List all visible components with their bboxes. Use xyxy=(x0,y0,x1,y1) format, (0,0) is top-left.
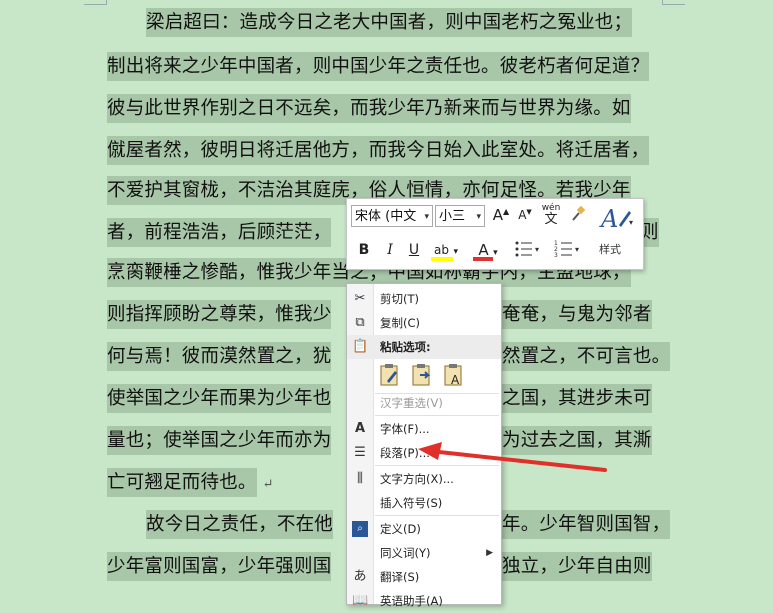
menu-item-define[interactable]: ⌕ 定义(D) xyxy=(347,517,501,541)
translate-icon: あ xyxy=(353,569,367,584)
paragraph-mark: ↵ xyxy=(262,477,274,492)
menu-separator xyxy=(375,515,499,516)
font-size-select[interactable]: 小三 ▾ xyxy=(435,205,485,227)
bullet-list-icon: ▾ xyxy=(515,241,539,257)
text-line[interactable]: 何与焉！彼而漠然置之，犹 xyxy=(107,337,332,377)
paste-keep-formatting-icon[interactable] xyxy=(379,363,401,387)
menu-item-english-assistant[interactable]: 📖 英语助手(A) xyxy=(347,589,501,613)
page-corner-mark-left xyxy=(84,0,107,5)
styles-button[interactable]: A ▾ xyxy=(599,203,635,237)
chevron-right-icon: ▶ xyxy=(486,548,493,558)
styles-icon: A ▾ xyxy=(599,205,633,233)
copy-icon: ⧉ xyxy=(355,315,365,330)
svg-text:▾: ▾ xyxy=(629,218,633,227)
svg-text:A: A xyxy=(451,373,460,387)
menu-item-cut[interactable]: ✂ 剪切(T) xyxy=(347,287,501,311)
dictionary-icon: 📖 xyxy=(352,593,369,608)
brush-icon xyxy=(572,205,586,221)
menu-item-synonyms[interactable]: 同义词(Y) ▶ xyxy=(347,541,501,565)
menu-item-font[interactable]: A 字体(F)... xyxy=(347,417,501,441)
numbered-list-icon: 1 2 3 ▾ xyxy=(554,240,579,259)
mini-toolbar: 宋体 (中文 ▾ 小三 ▾ A▲ A▼ wén 文 A ▾ 样式 B I U a… xyxy=(346,198,644,270)
text-line[interactable]: 梁启超曰：造成今日之老大中国者，则中国老朽之冤业也； xyxy=(146,3,633,43)
paste-text-only-icon[interactable]: A xyxy=(443,363,465,387)
font-name-select[interactable]: 宋体 (中文 ▾ xyxy=(351,205,433,227)
text-line[interactable]: 亡可翘足而待也。 ↵ xyxy=(107,463,274,503)
underline-button[interactable]: U xyxy=(405,239,423,261)
text-fragment[interactable]: 独立，少年自由则 xyxy=(502,547,652,587)
text-line[interactable]: 故今日之责任，不在他 xyxy=(146,505,334,545)
text-fragment[interactable]: 之国，其进步未可 xyxy=(502,379,652,419)
text-line[interactable]: 少年富则国富，少年强则国 xyxy=(107,547,332,587)
chevron-down-icon: ▾ xyxy=(493,248,498,258)
paste-merge-formatting-icon[interactable] xyxy=(411,363,433,387)
text-line[interactable]: 制出将来之少年中国者，则中国少年之责任也。彼老朽者何足道？ xyxy=(107,47,650,87)
bold-button[interactable]: B xyxy=(355,239,373,261)
text-fragment[interactable]: 然置之，不可言也。 xyxy=(502,337,671,377)
search-icon: ⌕ xyxy=(352,521,368,537)
highlight-button[interactable]: ab ▾ xyxy=(429,239,463,261)
format-painter-button[interactable] xyxy=(567,205,589,227)
svg-text:A: A xyxy=(599,205,618,233)
paste-options-row: A xyxy=(377,360,487,390)
annotation-arrow xyxy=(418,442,607,472)
menu-item-copy[interactable]: ⧉ 复制(C) xyxy=(347,311,501,335)
shrink-font-button[interactable]: A▼ xyxy=(515,208,535,222)
phonetic-char: 文 xyxy=(544,212,558,227)
menu-item-insert-symbol[interactable]: 插入符号(S) xyxy=(347,491,501,515)
font-color-bar xyxy=(473,257,493,261)
bullets-button[interactable]: ▾ xyxy=(511,239,545,261)
phonetic-guide-button[interactable]: wén 文 xyxy=(539,203,563,227)
text-line[interactable]: 使举国之少年而果为少年也 xyxy=(107,379,332,419)
page-corner-mark-right xyxy=(662,0,685,5)
svg-text:▾: ▾ xyxy=(535,245,539,254)
chevron-down-icon: ▾ xyxy=(453,247,458,257)
text-line[interactable]: 量也；使举国之少年而亦为 xyxy=(107,421,332,461)
italic-button[interactable]: I xyxy=(381,239,399,261)
numbering-button[interactable]: 1 2 3 ▾ xyxy=(551,239,585,261)
menu-header-paste-options: 📋 粘贴选项: xyxy=(347,335,501,359)
font-icon: A xyxy=(354,421,366,436)
grow-font-button[interactable]: A▲ xyxy=(491,206,511,224)
text-line[interactable]: 者，前程浩浩，后顾茫茫， xyxy=(107,213,332,253)
text-fragment[interactable]: 奄奄，与鬼为邻者 xyxy=(502,295,652,335)
paragraph-icon: ☰ xyxy=(354,445,366,460)
text-line[interactable]: 彼与此世界作别之日不远矣，而我少年乃新来而与世界为缘。如 xyxy=(107,89,631,129)
scissors-icon: ✂ xyxy=(354,291,366,306)
menu-separator xyxy=(375,415,499,416)
chevron-down-icon: ▾ xyxy=(476,212,481,222)
text-fragment[interactable]: 年。少年智则国智， xyxy=(502,505,671,545)
clipboard-icon: 📋 xyxy=(352,339,369,354)
font-color-button[interactable]: A ▾ xyxy=(471,239,505,261)
svg-text:▾: ▾ xyxy=(575,245,579,254)
chevron-down-icon: ▾ xyxy=(424,212,429,222)
text-line[interactable]: 则指挥顾盼之尊荣，惟我少 xyxy=(107,295,332,335)
text-line[interactable]: 僦屋者然，彼明日将迁居他方，而我今日始入此室处。将迁居者， xyxy=(107,131,650,171)
svg-text:3: 3 xyxy=(554,252,558,259)
highlight-color-bar xyxy=(431,257,453,261)
styles-label: 样式 xyxy=(599,243,621,256)
menu-item-translate[interactable]: あ 翻译(S) xyxy=(347,565,501,589)
text-direction-icon: ⫼ xyxy=(357,471,363,486)
menu-item-reconvert[interactable]: 汉字重选(V) xyxy=(347,391,501,415)
